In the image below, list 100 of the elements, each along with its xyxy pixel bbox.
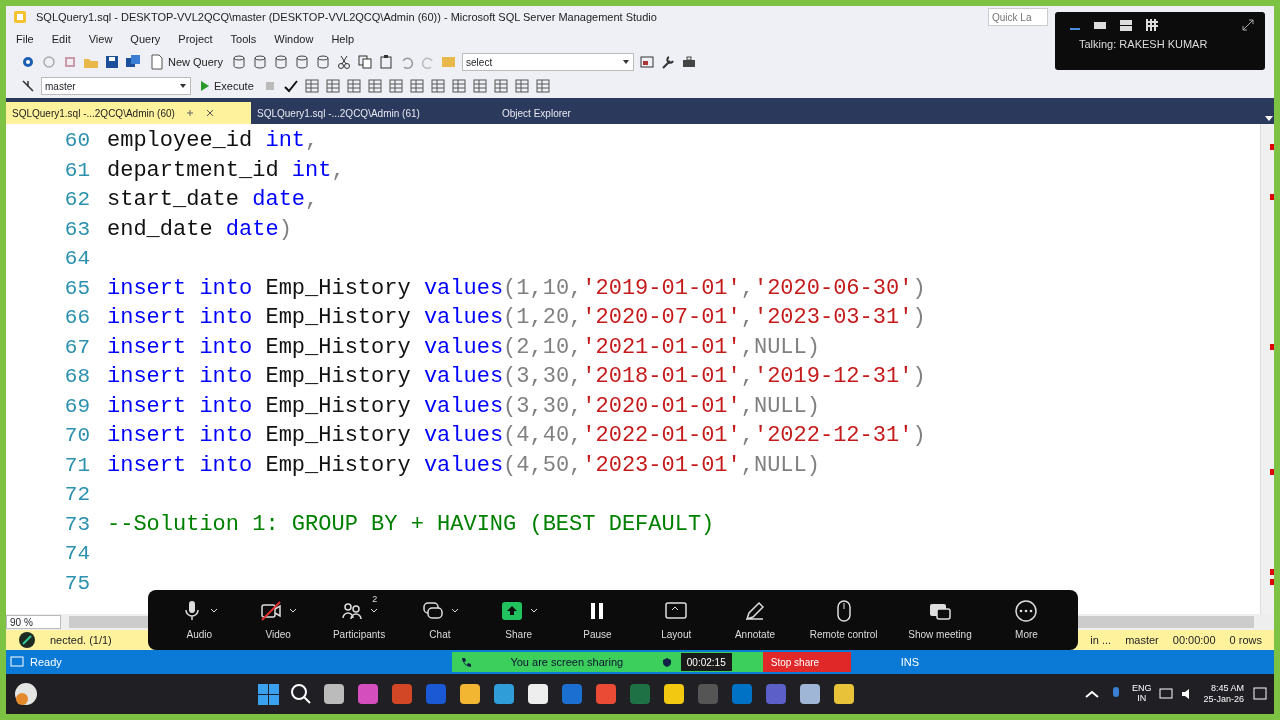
meeting-control[interactable]: Remote control bbox=[803, 597, 884, 643]
grid-icon[interactable] bbox=[408, 78, 425, 94]
connect-icon[interactable] bbox=[20, 78, 36, 94]
browser-icon[interactable] bbox=[593, 681, 619, 707]
grid-icon[interactable] bbox=[492, 78, 509, 94]
grid-icon[interactable] bbox=[429, 78, 446, 94]
database-query-icon[interactable] bbox=[315, 54, 332, 70]
back-icon[interactable] bbox=[20, 54, 36, 70]
task-view-icon[interactable] bbox=[321, 681, 347, 707]
meeting-control[interactable]: Chat bbox=[409, 597, 470, 643]
database-query-icon[interactable] bbox=[252, 54, 269, 70]
document-tab[interactable]: SQLQuery1.sql -...2QCQ\Admin (61) bbox=[251, 102, 496, 124]
windows-logo-icon[interactable] bbox=[256, 681, 281, 707]
check-icon[interactable] bbox=[282, 78, 299, 94]
grid-icon[interactable] bbox=[387, 78, 404, 94]
document-tab[interactable]: SQLQuery1.sql -...2QCQ\Admin (60) bbox=[6, 102, 251, 124]
new-query-button[interactable]: New Query bbox=[146, 53, 227, 71]
menu-item[interactable]: Query bbox=[122, 30, 169, 48]
database-combo[interactable]: master bbox=[41, 77, 191, 95]
menu-item[interactable]: File bbox=[8, 30, 42, 48]
language-indicator[interactable]: ENG IN bbox=[1131, 684, 1152, 704]
meeting-control[interactable]: Annotate bbox=[725, 597, 785, 643]
database-query-icon[interactable] bbox=[294, 54, 311, 70]
menu-item[interactable]: View bbox=[80, 30, 121, 48]
execute-button[interactable]: Execute bbox=[196, 77, 257, 95]
grid-icon[interactable] bbox=[534, 78, 551, 94]
mail-icon[interactable] bbox=[559, 681, 585, 707]
meeting-control[interactable]: Audio bbox=[169, 597, 230, 643]
line-number: 74 bbox=[63, 541, 90, 567]
line-number: 73 bbox=[63, 511, 90, 538]
meeting-control[interactable]: Share bbox=[488, 597, 549, 643]
line-number: 61 bbox=[63, 157, 90, 184]
notification-icon[interactable] bbox=[1252, 686, 1268, 702]
combo-value: master bbox=[45, 79, 76, 94]
close-icon[interactable] bbox=[204, 108, 215, 118]
clock[interactable]: 8:45 AM 25-Jan-26 bbox=[1203, 683, 1244, 705]
meeting-control[interactable]: Video bbox=[248, 597, 309, 643]
menu-item[interactable]: Help bbox=[323, 30, 362, 48]
stacked-view-icon[interactable] bbox=[1119, 18, 1133, 32]
wrench-icon[interactable] bbox=[660, 54, 677, 70]
code-line: insert into Emp_History values(3,30,'2020-01-01',NULL) bbox=[107, 392, 821, 421]
clock-date: 25-Jan-26 bbox=[1203, 694, 1244, 705]
copy-icon[interactable] bbox=[357, 54, 374, 70]
grid-icon[interactable] bbox=[366, 78, 383, 94]
meeting-control[interactable]: More bbox=[996, 597, 1057, 643]
network-icon[interactable] bbox=[1159, 687, 1174, 701]
properties-icon[interactable] bbox=[639, 54, 656, 70]
timer-button[interactable]: 00:02:15 bbox=[679, 652, 733, 672]
meeting-control[interactable]: Pause bbox=[567, 597, 628, 643]
menu-item[interactable]: Edit bbox=[43, 30, 79, 48]
speaker-view-icon[interactable] bbox=[1093, 19, 1107, 31]
grid-icon[interactable] bbox=[513, 78, 530, 94]
document-tab[interactable]: Object Explorer bbox=[496, 102, 626, 124]
save-all-icon[interactable] bbox=[125, 54, 141, 70]
grid-icon[interactable] bbox=[471, 78, 488, 94]
browser-icon[interactable] bbox=[491, 681, 517, 707]
window-title: SQLQuery1.sql - DESKTOP-VVL2QCQ\master (DESKTOP-VVL2QCQ\Admin (60)) - Microsoft SQL Server Management Studio bbox=[36, 9, 657, 25]
chevron-up-icon[interactable] bbox=[1083, 688, 1100, 700]
code-line: insert into Emp_History values(2,10,'2021-01-01',NULL) bbox=[107, 333, 821, 362]
caret-icon bbox=[179, 82, 187, 90]
meeting-control[interactable]: Layout bbox=[646, 597, 707, 643]
pin-icon[interactable] bbox=[184, 108, 195, 118]
menu-item[interactable]: Project bbox=[170, 30, 221, 48]
quick-launch-field[interactable]: Quick La bbox=[988, 8, 1048, 26]
cut-icon[interactable] bbox=[336, 54, 353, 70]
vertical-scrollbar[interactable] bbox=[1260, 124, 1274, 614]
menu-item[interactable]: Tools bbox=[222, 30, 265, 48]
database-query-icon[interactable] bbox=[273, 54, 290, 70]
expand-icon[interactable] bbox=[1241, 18, 1255, 32]
line-number: 68 bbox=[63, 364, 90, 390]
code-line: --Solution 1: GROUP BY + HAVING (BEST DEFAULT) bbox=[107, 510, 716, 539]
app-icon[interactable] bbox=[661, 681, 687, 707]
paste-icon[interactable] bbox=[378, 54, 395, 70]
store-icon[interactable] bbox=[525, 681, 551, 707]
toolbox-icon[interactable] bbox=[681, 54, 698, 70]
grid-icon[interactable] bbox=[345, 78, 362, 94]
stop-share-button[interactable]: Stop share bbox=[762, 652, 851, 672]
grid-icon[interactable] bbox=[303, 78, 320, 94]
menu-item[interactable]: Window bbox=[266, 30, 322, 48]
app-icon[interactable] bbox=[831, 681, 857, 707]
code-line: end_date date) bbox=[107, 215, 293, 244]
meeting-control[interactable]: Show meeting bbox=[902, 597, 978, 643]
search-combo[interactable]: select bbox=[462, 53, 635, 71]
caret-icon bbox=[370, 607, 379, 615]
database-query-icon[interactable] bbox=[231, 54, 248, 70]
gallery-view-icon[interactable] bbox=[1145, 18, 1159, 32]
database-name: master bbox=[1125, 632, 1159, 648]
app-icon[interactable] bbox=[12, 680, 40, 708]
grid-icon[interactable] bbox=[324, 78, 341, 94]
app-icon[interactable] bbox=[797, 681, 823, 707]
caret-icon bbox=[289, 607, 298, 615]
clock-time: 8:45 AM bbox=[1210, 683, 1244, 694]
folder-icon[interactable] bbox=[457, 681, 483, 707]
save-icon[interactable] bbox=[104, 54, 120, 70]
zoom-combo[interactable]: 90 % bbox=[6, 615, 61, 629]
code-line: start_date date, bbox=[107, 186, 320, 214]
search-icon[interactable] bbox=[289, 682, 313, 706]
line-number: 63 bbox=[63, 216, 90, 243]
grid-icon[interactable] bbox=[450, 78, 467, 94]
app-logo-icon bbox=[12, 9, 28, 25]
